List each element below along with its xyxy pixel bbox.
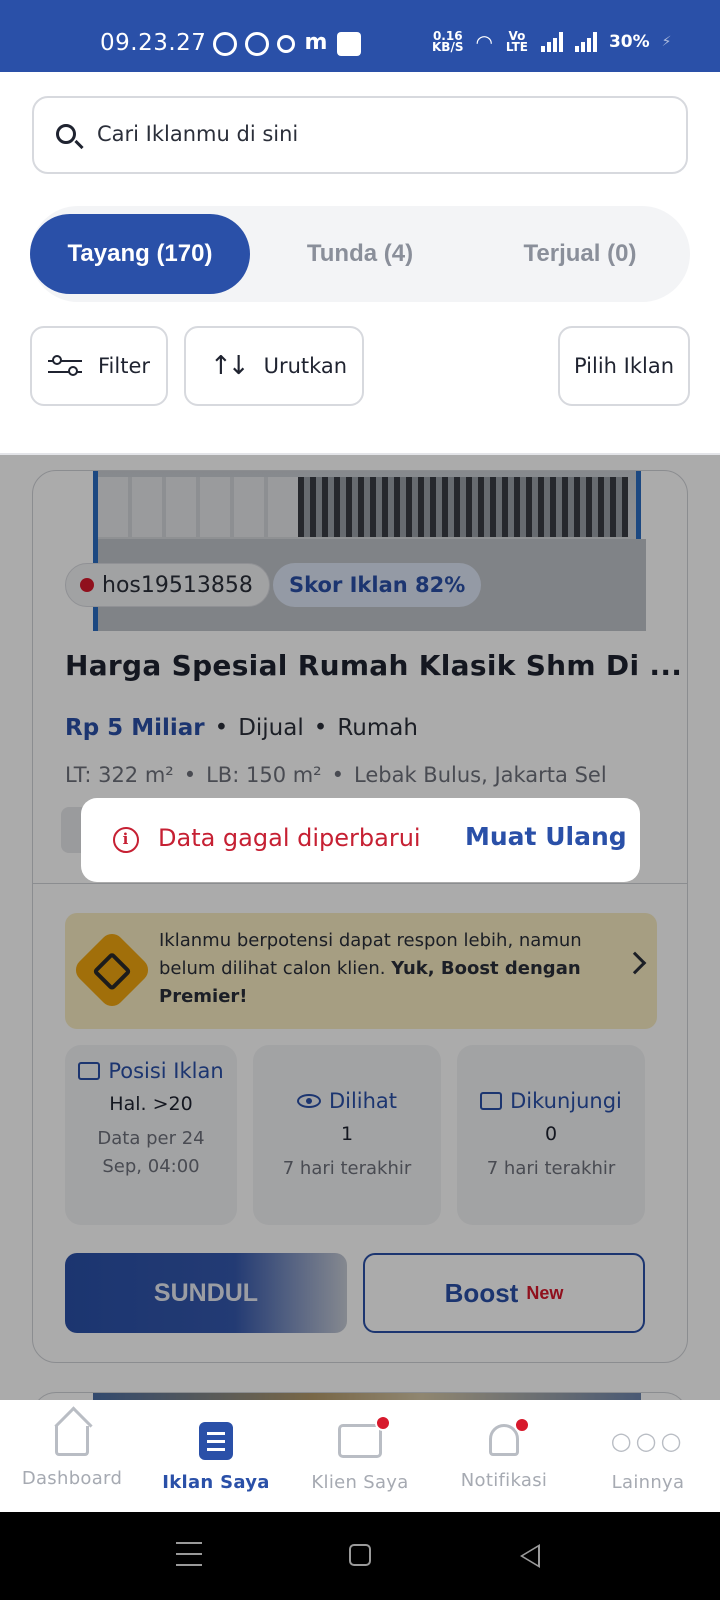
system-navigation-bar — [0, 1512, 720, 1600]
status-bar: 09.23.27 m 0.16 KB/S ◠ Vo LTE 30% ⚡ — [0, 0, 720, 72]
recent-apps-button[interactable] — [176, 1542, 202, 1575]
nav-dashboard-label: Dashboard — [21, 1468, 123, 1489]
search-input[interactable]: Cari Iklanmu di sini — [32, 96, 688, 174]
volte-icon: Vo LTE — [505, 29, 528, 54]
linkedin-icon — [337, 32, 361, 56]
dim-overlay — [0, 455, 720, 1400]
filter-icon — [48, 354, 82, 378]
sort-label: Urutkan — [263, 354, 348, 378]
nav-iklan-saya-label: Iklan Saya — [162, 1472, 270, 1493]
whatsapp-business-icon — [245, 32, 269, 56]
nav-klien-saya-label: Klien Saya — [311, 1472, 409, 1493]
contact-card-icon — [338, 1415, 391, 1458]
mcdonalds-icon: m — [304, 30, 328, 55]
nav-notifikasi[interactable]: Notifikasi — [432, 1417, 576, 1491]
signal-icon-1 — [540, 32, 563, 52]
reload-button[interactable]: Muat Ulang — [465, 822, 627, 851]
network-speed-unit: KB/S — [432, 40, 464, 54]
sort-button[interactable]: ↑↓ Urutkan — [184, 326, 364, 406]
klien-badge-dot — [375, 1415, 391, 1431]
wifi-icon: ◠ — [475, 30, 493, 54]
network-speed: 0.16 KB/S — [432, 30, 464, 54]
nav-dashboard[interactable]: Dashboard — [0, 1422, 144, 1489]
error-icon — [113, 827, 139, 853]
status-time: 09.23.27 — [100, 30, 207, 56]
charging-icon: ⚡ — [661, 34, 672, 50]
nav-klien-saya[interactable]: Klien Saya — [288, 1415, 432, 1493]
select-listing-button[interactable]: Pilih Iklan — [558, 326, 690, 406]
location-icon — [277, 35, 295, 53]
whatsapp-icon — [213, 32, 237, 56]
sort-icon: ↑↓ — [210, 351, 250, 381]
bottom-navigation: Dashboard Iklan Saya Klien Saya Notifika… — [0, 1400, 720, 1512]
tab-tayang[interactable]: Tayang (170) — [30, 214, 250, 294]
filter-button[interactable]: Filter — [30, 326, 168, 406]
status-tabs: Tayang (170) Tunda (4) Terjual (0) — [30, 206, 690, 302]
system-indicators: 0.16 KB/S ◠ Vo LTE 30% ⚡ — [432, 30, 671, 54]
more-icon: ○○○ — [610, 1427, 686, 1455]
tab-terjual[interactable]: Terjual (0) — [470, 214, 690, 294]
error-toast: Data gagal diperbarui Muat Ulang — [81, 798, 640, 882]
back-button[interactable] — [520, 1544, 540, 1568]
home-button[interactable] — [349, 1544, 371, 1566]
notif-badge-dot — [514, 1417, 530, 1433]
search-placeholder: Cari Iklanmu di sini — [97, 122, 299, 146]
nav-iklan-saya[interactable]: Iklan Saya — [144, 1422, 288, 1493]
home-icon — [55, 1426, 89, 1456]
toast-message: Data gagal diperbarui — [158, 824, 421, 852]
battery-level: 30% — [608, 32, 650, 52]
filter-label: Filter — [98, 354, 151, 378]
nav-notifikasi-label: Notifikasi — [460, 1470, 548, 1491]
list-icon — [199, 1422, 233, 1460]
signal-icon-2 — [574, 32, 597, 52]
search-icon — [56, 124, 76, 144]
nav-lainnya-label: Lainnya — [611, 1472, 685, 1493]
bell-icon — [489, 1417, 530, 1456]
notification-icons: m — [213, 32, 361, 56]
nav-lainnya[interactable]: ○○○ Lainnya — [576, 1422, 720, 1493]
tab-tunda[interactable]: Tunda (4) — [250, 214, 470, 294]
